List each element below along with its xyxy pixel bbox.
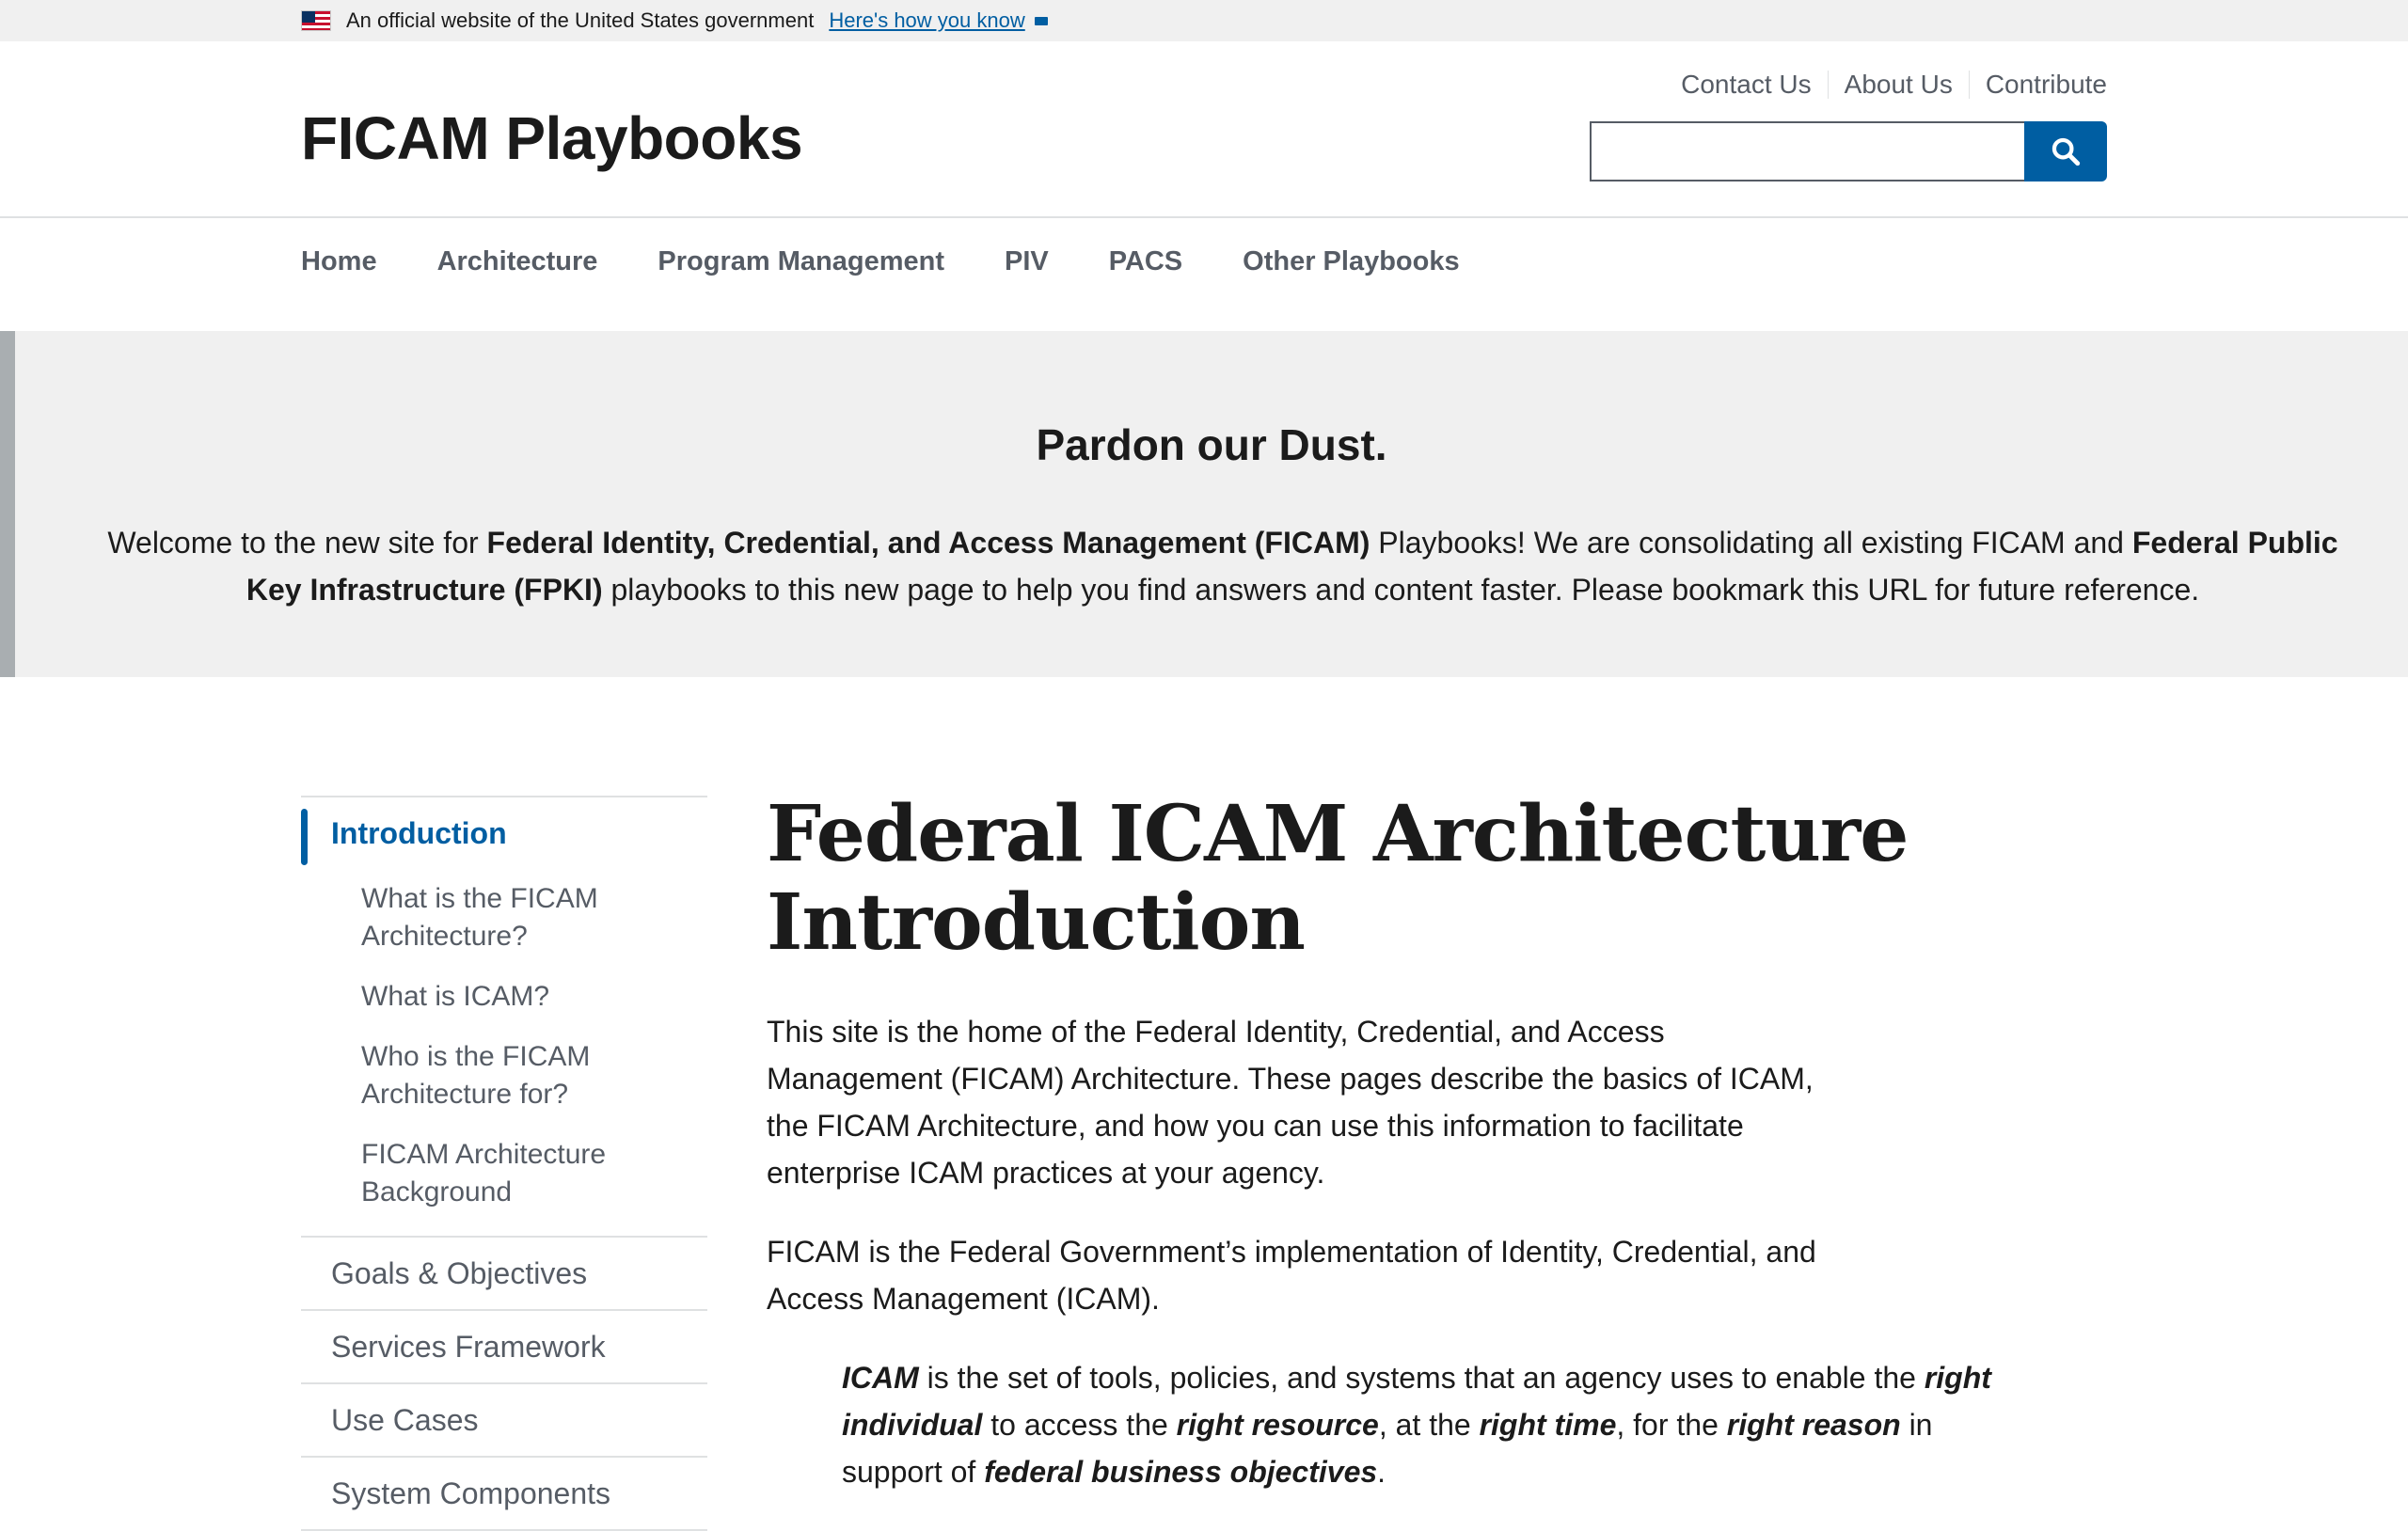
search-button[interactable]: [2024, 121, 2107, 182]
sidenav-subitem-who-is-it-for[interactable]: Who is the FICAM Architecture for?: [301, 1027, 707, 1125]
quote-emphasis: right time: [1479, 1408, 1617, 1442]
contact-us-link[interactable]: Contact Us: [1681, 70, 1812, 100]
quote-text: , at the: [1378, 1408, 1480, 1442]
alert-title: Pardon our Dust.: [1036, 420, 1387, 469]
site-alert: Pardon our Dust. Welcome to the new site…: [0, 331, 2408, 677]
sidenav-item-label[interactable]: Services Framework: [301, 1311, 707, 1382]
side-nav: Introduction What is the FICAM Architect…: [301, 796, 707, 1531]
gov-banner: An official website of the United States…: [0, 0, 2408, 41]
alert-text: Playbooks! We are consolidating all exis…: [1370, 526, 2132, 560]
icam-definition-quote: ICAM is the set of tools, policies, and …: [842, 1354, 2018, 1495]
nav-item-pacs[interactable]: PACS: [1109, 246, 1182, 277]
gov-banner-text: An official website of the United States…: [346, 8, 815, 32]
sidenav-item-services-framework[interactable]: Services Framework: [301, 1311, 707, 1384]
sidenav-item-system-components[interactable]: System Components: [301, 1458, 707, 1531]
primary-nav: Home Architecture Program Management PIV…: [0, 218, 2408, 331]
nav-item-architecture[interactable]: Architecture: [437, 246, 598, 277]
main-content: Federal ICAM Architecture Introduction T…: [767, 790, 2027, 1495]
quote-text: is the set of tools, policies, and syste…: [918, 1361, 1925, 1395]
search-icon: [2052, 137, 2081, 166]
nav-item-piv[interactable]: PIV: [1005, 246, 1049, 277]
search-form: [1590, 121, 2107, 182]
nav-item-other-playbooks[interactable]: Other Playbooks: [1243, 246, 1459, 277]
site-header: FICAM Playbooks Contact Us About Us Cont…: [0, 41, 2408, 218]
sidenav-item-label[interactable]: System Components: [301, 1458, 707, 1529]
chevron-down-icon[interactable]: [1034, 16, 1048, 25]
quote-text: , for the: [1616, 1408, 1727, 1442]
about-us-link[interactable]: About Us: [1845, 70, 1953, 100]
heres-how-you-know-link[interactable]: Here's how you know: [829, 8, 1024, 33]
search-input[interactable]: [1590, 121, 2024, 182]
alert-text: playbooks to this new page to help you f…: [602, 573, 2200, 607]
intro-paragraph: This site is the home of the Federal Ide…: [767, 1015, 1814, 1190]
sidenav-item-label[interactable]: Use Cases: [301, 1384, 707, 1456]
quote-emphasis: ICAM: [842, 1361, 919, 1395]
sidenav-item-label[interactable]: Introduction: [301, 797, 707, 869]
alert-text: Welcome to the new site for: [107, 526, 487, 560]
page-title: Federal ICAM Architecture Introduction: [767, 789, 1909, 968]
site-title[interactable]: FICAM Playbooks: [301, 103, 803, 173]
divider: [1827, 71, 1829, 99]
sidenav-item-label[interactable]: Goals & Objectives: [301, 1238, 707, 1309]
sidenav-subitem-what-is-ficam-architecture[interactable]: What is the FICAM Architecture?: [301, 869, 707, 967]
sidenav-subitem-what-is-icam[interactable]: What is ICAM?: [301, 967, 707, 1027]
quote-text: .: [1377, 1455, 1386, 1489]
sidenav-item-goals-objectives[interactable]: Goals & Objectives: [301, 1238, 707, 1311]
sidenav-sublist: What is the FICAM Architecture? What is …: [301, 869, 707, 1236]
quote-text: to access the: [982, 1408, 1177, 1442]
quote-emphasis: right resource: [1176, 1408, 1379, 1442]
quote-emphasis: federal business objectives: [984, 1455, 1378, 1489]
secondary-links: Contact Us About Us Contribute: [1681, 70, 2107, 100]
alert-emphasis: Federal Identity, Credential, and Access…: [486, 526, 1370, 560]
nav-item-program-management[interactable]: Program Management: [657, 246, 944, 277]
us-flag-icon: [301, 10, 331, 31]
contribute-link[interactable]: Contribute: [1986, 70, 2107, 100]
alert-body: Welcome to the new site for Federal Iden…: [94, 519, 2352, 613]
quote-emphasis: right reason: [1726, 1408, 1901, 1442]
nav-item-home[interactable]: Home: [301, 246, 377, 277]
divider: [1968, 71, 1970, 99]
sidenav-item-introduction[interactable]: Introduction What is the FICAM Architect…: [301, 797, 707, 1238]
ficam-definition-paragraph: FICAM is the Federal Government’s implem…: [767, 1235, 1816, 1316]
sidenav-item-use-cases[interactable]: Use Cases: [301, 1384, 707, 1458]
sidenav-subitem-background[interactable]: FICAM Architecture Background: [301, 1125, 707, 1223]
